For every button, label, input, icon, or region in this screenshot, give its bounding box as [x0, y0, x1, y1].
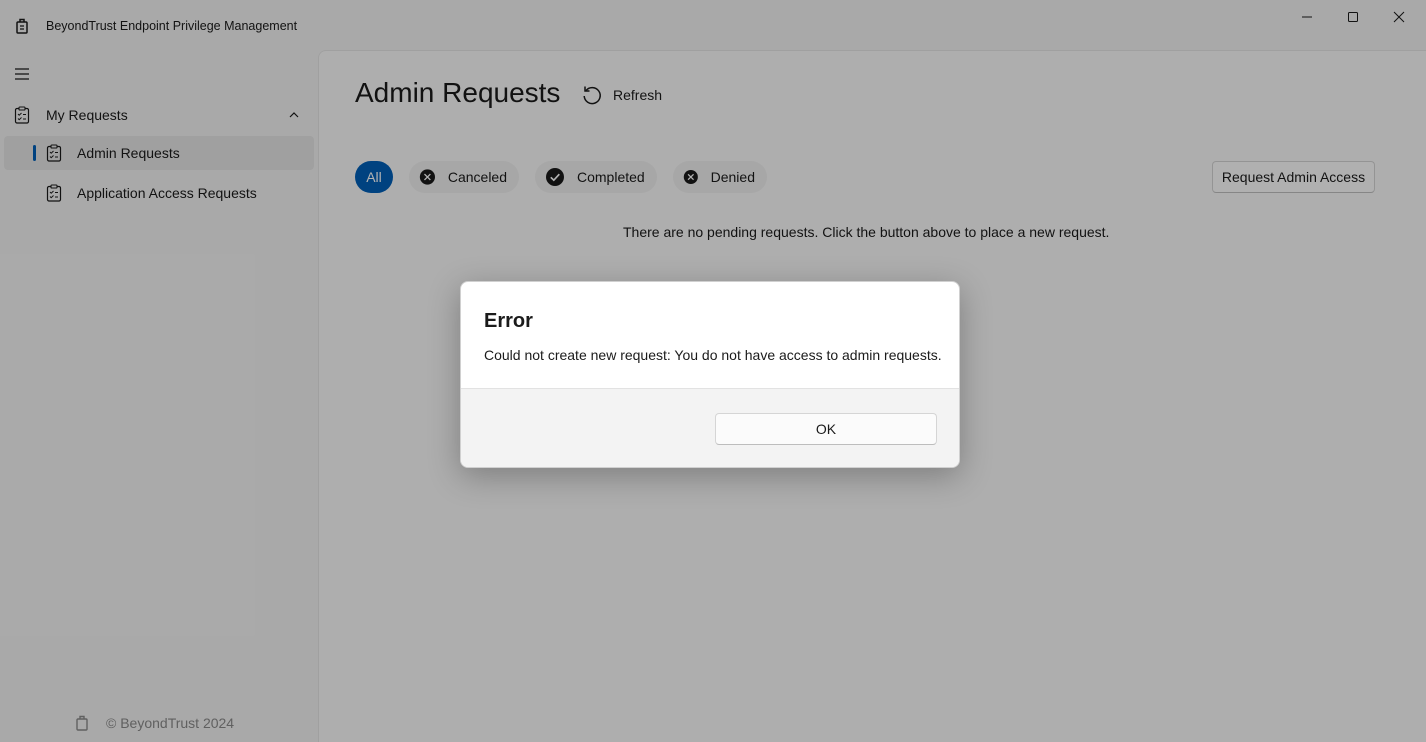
dialog-footer: OK — [461, 388, 959, 467]
dialog-message: Could not create new request: You do not… — [484, 347, 942, 363]
error-dialog: Error Could not create new request: You … — [460, 281, 960, 468]
ok-button[interactable]: OK — [715, 413, 937, 445]
dialog-title: Error — [484, 310, 533, 332]
